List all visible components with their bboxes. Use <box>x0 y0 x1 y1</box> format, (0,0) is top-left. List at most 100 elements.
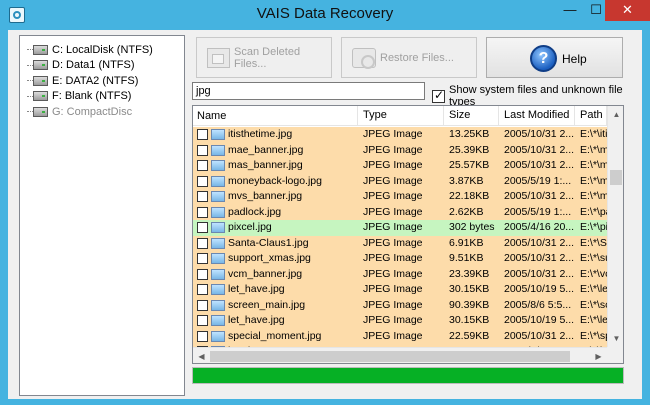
file-select-checkbox[interactable] <box>197 206 208 218</box>
file-type-cell: JPEG Image <box>363 159 423 171</box>
image-file-icon <box>211 129 225 141</box>
file-path-cell: E:\*\mo <box>580 174 607 187</box>
scroll-down-icon[interactable]: ▼ <box>608 330 623 347</box>
file-type-cell: JPEG Image <box>363 205 423 218</box>
file-row[interactable]: mae_banner.jpg JPEG Image 25.39KB 2005/10/3… <box>193 142 607 158</box>
file-select-checkbox[interactable] <box>197 253 208 265</box>
file-select-checkbox[interactable] <box>197 268 208 280</box>
file-path-cell: E:\*\su <box>580 252 607 264</box>
scroll-left-icon[interactable]: ◀ <box>193 348 210 363</box>
file-select-checkbox[interactable] <box>197 237 208 249</box>
file-select-checkbox[interactable] <box>197 315 208 327</box>
file-name-cell: mvs_banner.jpg <box>193 189 358 205</box>
drive-item[interactable]: F: Blank (NTFS) <box>20 89 184 105</box>
file-select-checkbox[interactable] <box>197 175 208 187</box>
file-path-cell: E:\*\let <box>580 283 607 295</box>
image-file-icon <box>211 253 225 265</box>
drive-item[interactable]: G: CompactDisc <box>20 104 184 120</box>
file-row[interactable]: let_have.jpg JPEG Image 30.15KB 2005/10/19 … <box>193 282 607 298</box>
file-size-cell: 6.91KB <box>449 236 484 249</box>
main-panel: C: LocalDisk (NTFS) D: Data1 (NTFS) E: DAT… <box>8 30 642 399</box>
file-name-cell: pixcel.jpg <box>193 220 358 236</box>
horizontal-scrollbar[interactable]: ◀ ▶ <box>193 347 607 363</box>
scan-progress-fill <box>193 368 623 383</box>
scan-deleted-files-button[interactable]: Scan Deleted Files... <box>196 37 332 78</box>
drive-tree[interactable]: C: LocalDisk (NTFS) D: Data1 (NTFS) E: DAT… <box>19 35 185 396</box>
file-modified-cell: 2005/10/19 5... <box>504 314 575 326</box>
restore-icon <box>352 47 376 69</box>
column-header-type[interactable]: Type <box>358 106 444 126</box>
minimize-button[interactable]: — <box>557 0 583 21</box>
file-select-checkbox[interactable] <box>197 299 208 311</box>
file-path-cell: E:\*\Sa <box>580 236 607 249</box>
file-select-checkbox[interactable] <box>197 191 208 203</box>
file-name-text: support_xmas.jpg <box>228 252 311 265</box>
vertical-scroll-thumb[interactable] <box>610 170 622 185</box>
file-path-cell: E:\*\ma <box>580 143 607 156</box>
file-row[interactable]: moneyback-logo.jpg JPEG Image 3.87KB 2005/5… <box>193 173 607 189</box>
column-header-size[interactable]: Size <box>444 106 499 126</box>
file-path-cell: E:\*\scr <box>580 298 607 311</box>
vertical-scrollbar[interactable]: ▲ ▼ <box>607 106 623 347</box>
file-select-checkbox[interactable] <box>197 330 208 342</box>
file-row[interactable]: support_xmas.jpg JPEG Image 9.51KB 2005/10/… <box>193 251 607 267</box>
file-row[interactable]: mas_banner.jpg JPEG Image 25.57KB 2005/10/3… <box>193 158 607 174</box>
file-select-checkbox[interactable] <box>197 284 208 296</box>
file-path-cell: E:\*\mv <box>580 190 607 202</box>
file-select-checkbox[interactable] <box>197 129 208 141</box>
file-path-cell: E:\*\spe <box>580 329 607 342</box>
hard-drive-icon <box>33 106 48 117</box>
file-type-cell: JPEG Image <box>363 143 423 156</box>
file-select-checkbox[interactable] <box>197 160 208 172</box>
drive-item[interactable]: E: DATA2 (NTFS) <box>20 73 184 89</box>
file-size-cell: 30.15KB <box>449 314 490 326</box>
drive-label: F: Blank (NTFS) <box>52 90 132 103</box>
drive-item[interactable]: C: LocalDisk (NTFS) <box>20 42 184 58</box>
file-name-text: mvs_banner.jpg <box>228 190 303 203</box>
file-size-cell: 2.62KB <box>449 205 484 218</box>
image-file-icon <box>211 175 225 187</box>
file-name-cell: mas_banner.jpg <box>193 158 358 174</box>
file-modified-cell: 2005/10/31 2... <box>504 190 575 202</box>
file-row[interactable]: Santa-Claus1.jpg JPEG Image 6.91KB 2005/10/… <box>193 235 607 251</box>
restore-button-label: Restore Files... <box>380 51 454 64</box>
file-name-text: mae_banner.jpg <box>228 143 304 156</box>
file-row[interactable]: mvs_banner.jpg JPEG Image 22.18KB 2005/10/3… <box>193 189 607 205</box>
file-type-cell: JPEG Image <box>363 190 423 202</box>
file-row[interactable]: let_have.jpg JPEG Image 30.15KB 2005/10/19 … <box>193 313 607 329</box>
file-name-text: let_have.jpg <box>228 314 285 327</box>
file-row[interactable]: vcm_banner.jpg JPEG Image 23.39KB 2005/10/3… <box>193 266 607 282</box>
file-modified-cell: 2005/10/31 2... <box>504 143 575 156</box>
scroll-up-icon[interactable]: ▲ <box>608 106 623 123</box>
column-header-path[interactable]: Path <box>575 106 607 126</box>
file-row[interactable]: special_moment.jpg JPEG Image 22.59KB 2005/… <box>193 328 607 344</box>
title-bar[interactable]: VAIS Data Recovery — ☐ ✕ <box>0 0 650 30</box>
file-size-cell: 30.15KB <box>449 283 490 295</box>
drive-label: E: DATA2 (NTFS) <box>52 74 139 87</box>
file-select-checkbox[interactable] <box>197 144 208 156</box>
scan-icon <box>207 47 231 68</box>
image-file-icon <box>211 284 225 296</box>
app-window: VAIS Data Recovery — ☐ ✕ C: LocalDisk (N… <box>0 0 650 405</box>
drive-item[interactable]: D: Data1 (NTFS) <box>20 58 184 74</box>
column-header-last-modified[interactable]: Last Modified <box>499 106 575 126</box>
file-select-checkbox[interactable] <box>197 222 208 234</box>
show-system-files-check[interactable] <box>432 88 445 103</box>
file-size-cell: 3.87KB <box>449 174 484 187</box>
file-modified-cell: 2005/10/31 2... <box>504 159 575 171</box>
file-row[interactable]: itisthetime.jpg JPEG Image 13.25KB 2005/10/… <box>193 127 607 143</box>
file-filter-input[interactable]: jpg <box>192 82 425 100</box>
horizontal-scroll-thumb[interactable] <box>210 351 570 362</box>
file-type-cell: JPEG Image <box>363 314 423 326</box>
file-row[interactable]: padlock.jpg JPEG Image 2.62KB 2005/5/19 1:.… <box>193 204 607 220</box>
file-size-cell: 90.39KB <box>449 298 490 311</box>
column-header-name[interactable]: Name <box>193 106 358 126</box>
file-type-cell: JPEG Image <box>363 128 423 140</box>
file-row[interactable]: screen_main.jpg JPEG Image 90.39KB 2005/8/6… <box>193 297 607 313</box>
restore-files-button[interactable]: Restore Files... <box>341 37 477 78</box>
scroll-right-icon[interactable]: ▶ <box>590 348 607 363</box>
file-row[interactable]: pixcel.jpg JPEG Image 302 bytes 2005/4/16 2… <box>193 220 607 236</box>
close-button[interactable]: ✕ <box>605 0 650 21</box>
file-list[interactable]: Name Type Size Last Modified Path itisth… <box>192 105 624 364</box>
help-button[interactable]: ? Help <box>486 37 623 78</box>
